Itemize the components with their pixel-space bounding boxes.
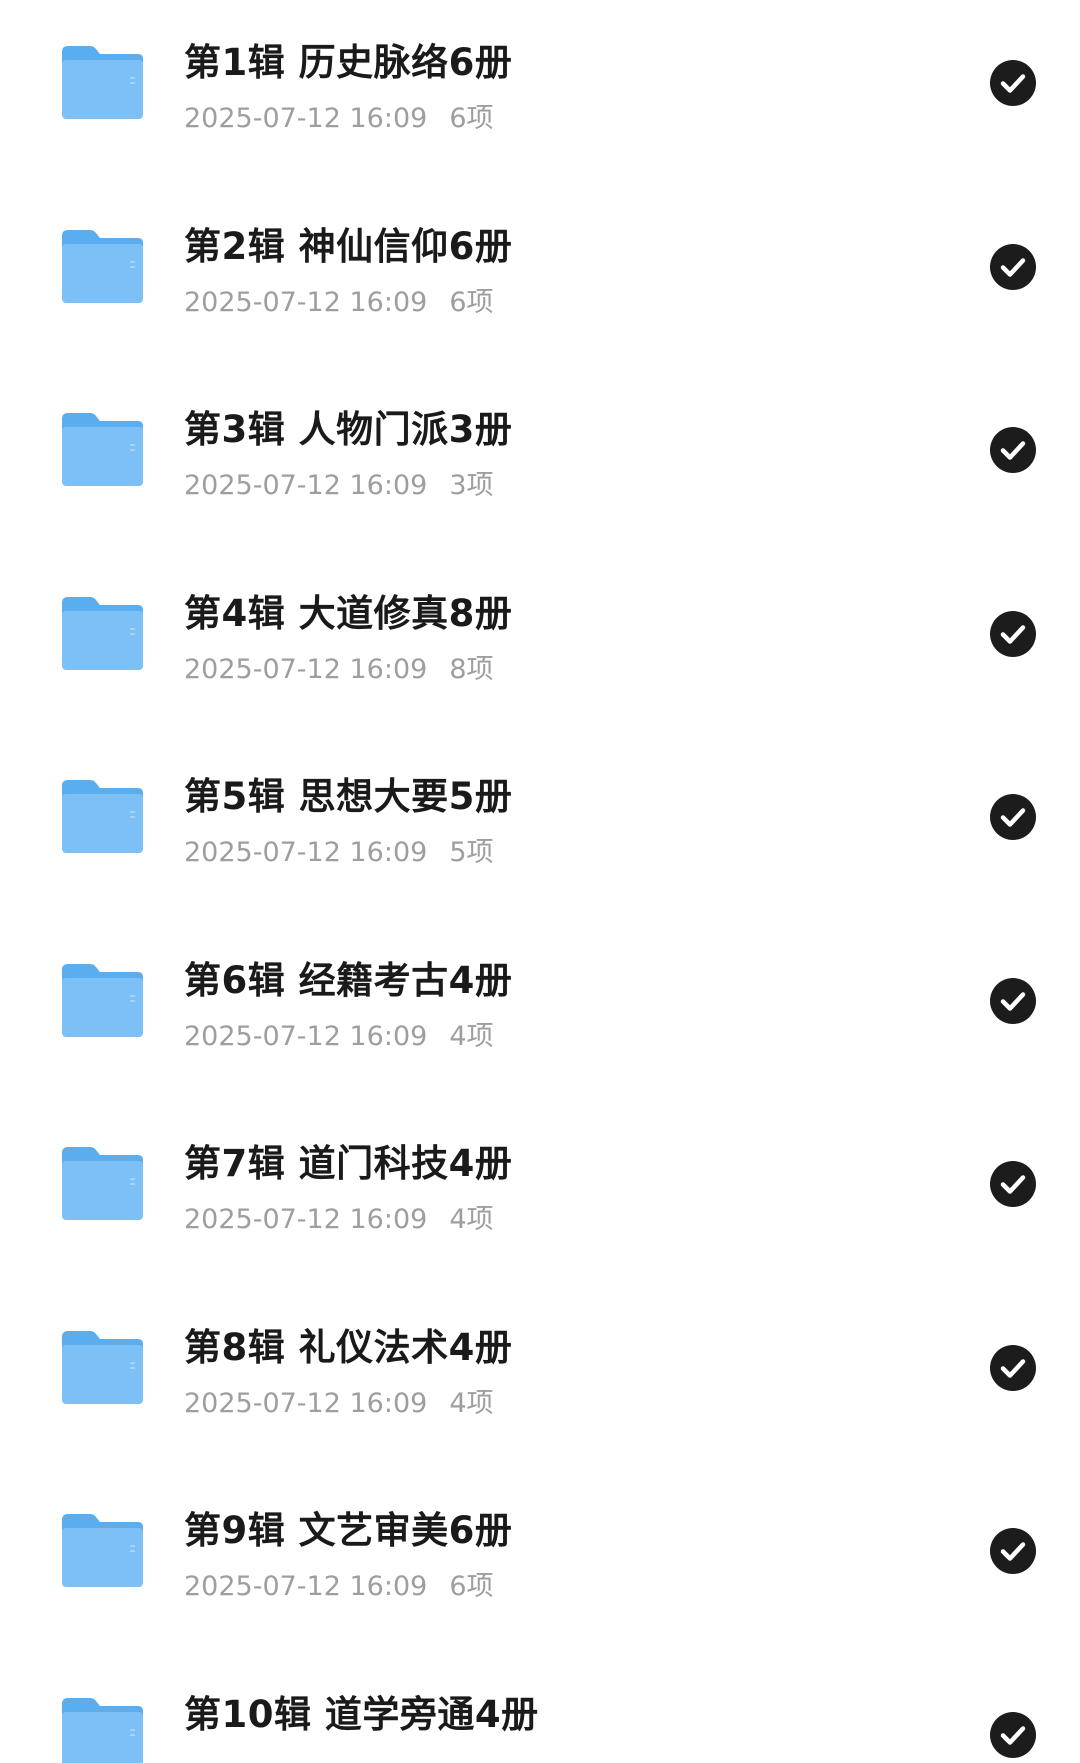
folder-icon <box>60 778 145 855</box>
folder-row[interactable]: 第7辑 道门科技4册 2025-07-12 16:09 4项 <box>0 1101 1080 1285</box>
folder-meta: 2025-07-12 16:09 8项 <box>184 647 494 686</box>
checkmark-icon[interactable] <box>990 1161 1036 1207</box>
folder-meta <box>184 1748 206 1763</box>
folder-title: 第4辑 大道修真8册 <box>184 591 513 635</box>
folder-title: 第7辑 道门科技4册 <box>184 1142 513 1185</box>
folder-item-count: 6项 <box>449 1571 494 1602</box>
folder-row[interactable]: 第4辑 大道修真8册 2025-07-12 16:09 8项 <box>0 551 1080 735</box>
folder-item-count: 4项 <box>449 1020 494 1052</box>
folder-date: 2025-07-12 16:09 <box>184 103 428 134</box>
folder-icon <box>60 411 145 488</box>
folder-item-count: 5项 <box>449 837 494 868</box>
folder-row[interactable]: 第10辑 道学旁通4册 <box>0 1652 1080 1763</box>
folder-title: 第6辑 经籍考古4册 <box>184 958 513 1002</box>
folder-meta: 2025-07-12 16:09 6项 <box>184 280 494 319</box>
checkmark-icon[interactable] <box>990 1528 1036 1574</box>
folder-date: 2025-07-12 16:09 <box>184 1387 428 1419</box>
folder-icon <box>60 228 145 305</box>
folder-icon <box>60 1145 145 1222</box>
folder-row[interactable]: 第3辑 人物门派3册 2025-07-12 16:09 3项 <box>0 367 1080 551</box>
folder-title: 第10辑 道学旁通4册 <box>184 1692 539 1736</box>
checkmark-icon[interactable] <box>990 1711 1036 1758</box>
folder-date: 2025-07-12 16:09 <box>184 1571 428 1602</box>
folder-row[interactable]: 第1辑 历史脉络6册 2025-07-12 16:09 6项 <box>0 0 1080 184</box>
folder-title: 第9辑 文艺审美6册 <box>184 1509 513 1552</box>
folder-meta: 2025-07-12 16:09 4项 <box>184 1197 494 1236</box>
folder-icon <box>60 44 145 121</box>
folder-date: 2025-07-12 16:09 <box>184 1020 428 1052</box>
checkmark-icon[interactable] <box>990 243 1036 290</box>
folder-icon <box>60 962 145 1039</box>
folder-item-count: 6项 <box>449 286 494 318</box>
folder-row[interactable]: 第2辑 神仙信仰6册 2025-07-12 16:09 6项 <box>0 184 1080 368</box>
checkmark-icon[interactable] <box>990 977 1036 1024</box>
folder-date: 2025-07-12 16:09 <box>184 286 428 318</box>
folder-title: 第3辑 人物门派3册 <box>184 408 513 451</box>
folder-meta: 2025-07-12 16:09 6项 <box>184 96 494 135</box>
folder-icon <box>60 1329 145 1406</box>
folder-date: 2025-07-12 16:09 <box>184 1204 428 1235</box>
checkmark-icon[interactable] <box>990 60 1036 106</box>
folder-icon <box>60 595 145 672</box>
folder-title: 第1辑 历史脉络6册 <box>184 41 513 84</box>
folder-title: 第2辑 神仙信仰6册 <box>184 224 513 268</box>
folder-meta: 2025-07-12 16:09 6项 <box>184 1564 494 1603</box>
checkmark-icon[interactable] <box>990 1344 1036 1391</box>
folder-title: 第5辑 思想大要5册 <box>184 775 513 818</box>
folder-list: 第1辑 历史脉络6册 2025-07-12 16:09 6项 第2辑 神仙信仰6册… <box>0 0 1080 1763</box>
folder-row[interactable]: 第8辑 礼仪法术4册 2025-07-12 16:09 4项 <box>0 1285 1080 1469</box>
folder-item-count: 6项 <box>449 103 494 134</box>
folder-meta: 2025-07-12 16:09 4项 <box>184 1014 494 1053</box>
folder-meta: 2025-07-12 16:09 5项 <box>184 830 494 869</box>
folder-icon <box>60 1696 145 1763</box>
folder-item-count: 3项 <box>449 470 494 501</box>
folder-date: 2025-07-12 16:09 <box>184 653 428 685</box>
folder-date: 2025-07-12 16:09 <box>184 837 428 868</box>
folder-item-count: 4项 <box>449 1204 494 1235</box>
checkmark-icon[interactable] <box>990 610 1036 657</box>
folder-title: 第8辑 礼仪法术4册 <box>184 1325 513 1369</box>
folder-meta: 2025-07-12 16:09 4项 <box>184 1381 494 1420</box>
folder-row[interactable]: 第5辑 思想大要5册 2025-07-12 16:09 5项 <box>0 734 1080 918</box>
checkmark-icon[interactable] <box>990 794 1036 840</box>
folder-row[interactable]: 第9辑 文艺审美6册 2025-07-12 16:09 6项 <box>0 1468 1080 1652</box>
checkmark-icon[interactable] <box>990 427 1036 473</box>
folder-item-count: 8项 <box>449 653 494 685</box>
folder-item-count: 4项 <box>449 1387 494 1419</box>
folder-row[interactable]: 第6辑 经籍考古4册 2025-07-12 16:09 4项 <box>0 918 1080 1102</box>
folder-icon <box>60 1512 145 1589</box>
folder-meta: 2025-07-12 16:09 3项 <box>184 463 494 502</box>
folder-date: 2025-07-12 16:09 <box>184 470 428 501</box>
